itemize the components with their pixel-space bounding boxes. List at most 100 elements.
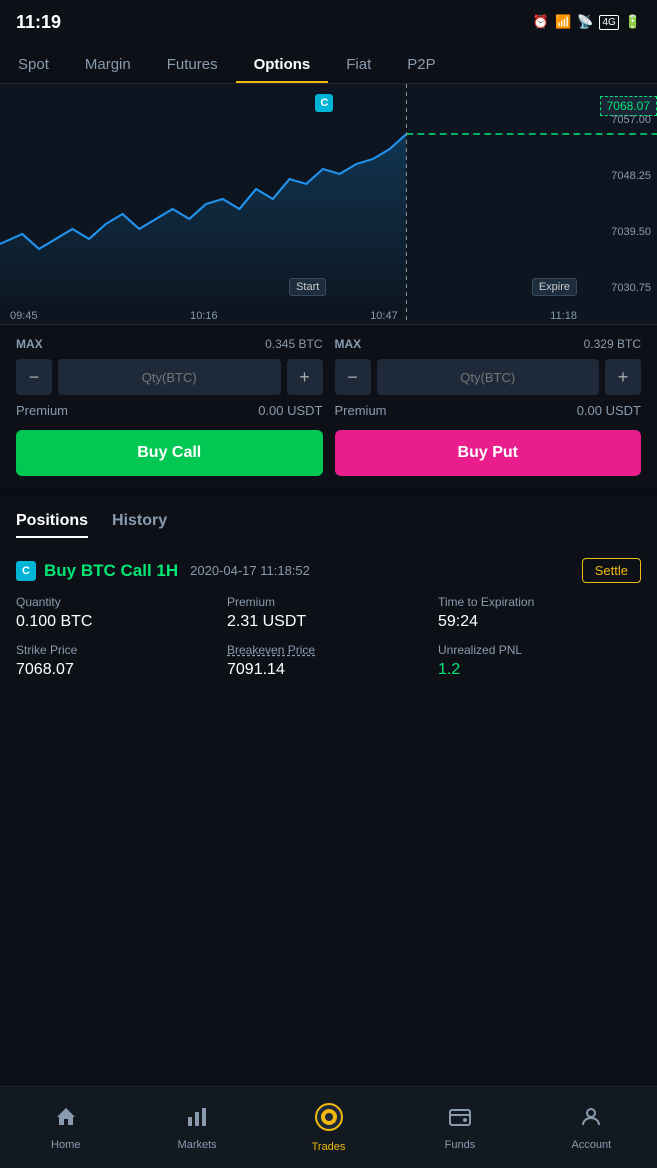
4g-icon: 4G [599,15,618,30]
nav-funds-label: Funds [445,1139,476,1151]
field-strike-price: Strike Price 7068.07 [16,643,219,679]
trades-icon [315,1103,343,1137]
position-card: C Buy BTC Call 1H 2020-04-17 11:18:52 Se… [16,546,641,691]
strike-price-value: 7068.07 [16,661,219,679]
call-qty-minus[interactable]: − [16,359,52,395]
position-header: C Buy BTC Call 1H 2020-04-17 11:18:52 Se… [16,558,641,583]
nav-account[interactable]: Account [526,1087,657,1168]
strike-price-label: Strike Price [16,643,219,657]
markets-icon [185,1105,209,1135]
call-qty-input[interactable] [58,359,281,395]
put-max-row: MAX 0.329 BTC [335,337,642,351]
status-time: 11:19 [16,12,61,33]
breakeven-price-label: Breakeven Price [227,643,430,657]
time-axis: 09:45 10:16 10:47 11:18 [0,308,587,324]
positions-section: Positions History C Buy BTC Call 1H 2020… [0,488,657,707]
time-expiration-label: Time to Expiration [438,595,641,609]
call-premium-label: Premium [16,403,68,418]
call-max-label: MAX [16,337,43,351]
start-label: Start [289,278,326,296]
premium-value: 2.31 USDT [227,613,430,631]
buy-call-col: MAX 0.345 BTC − + Premium 0.00 USDT Buy … [16,337,323,476]
breakeven-price-value: 7091.14 [227,661,430,679]
field-premium: Premium 2.31 USDT [227,595,430,631]
field-unrealized-pnl: Unrealized PNL 1.2 [438,643,641,679]
price-tick-3: 7039.50 [593,226,651,238]
call-premium-row: Premium 0.00 USDT [16,403,323,418]
call-qty-plus[interactable]: + [287,359,323,395]
quantity-label: Quantity [16,595,219,609]
unrealized-pnl-value: 1.2 [438,661,641,679]
bottom-nav: Home Markets Trades [0,1086,657,1168]
nav-markets[interactable]: Markets [131,1087,262,1168]
tab-futures[interactable]: Futures [149,48,236,83]
time-tick-1: 09:45 [10,310,38,322]
position-c-badge: C [16,561,36,581]
put-qty-input[interactable] [377,359,600,395]
put-qty-row: − + [335,359,642,395]
nav-tabs: Spot Margin Futures Options Fiat P2P [0,40,657,84]
call-max-row: MAX 0.345 BTC [16,337,323,351]
wifi-icon: 📶 [555,14,571,30]
nav-funds[interactable]: Funds [394,1087,525,1168]
tab-positions[interactable]: Positions [16,512,88,538]
put-max-label: MAX [335,337,362,351]
field-time-expiration: Time to Expiration 59:24 [438,595,641,631]
buy-call-button[interactable]: Buy Call [16,430,323,476]
time-tick-2: 10:16 [190,310,218,322]
home-icon [54,1105,78,1135]
nav-home[interactable]: Home [0,1087,131,1168]
buy-put-button[interactable]: Buy Put [335,430,642,476]
position-date: 2020-04-17 11:18:52 [190,563,310,578]
funds-icon [448,1105,472,1135]
price-tick-4: 7030.75 [593,282,651,294]
account-icon [579,1105,603,1135]
status-icons: ⏰ 📶 📡 4G 🔋 [533,14,641,30]
call-qty-row: − + [16,359,323,395]
call-premium-value: 0.00 USDT [258,403,322,418]
tab-spot[interactable]: Spot [0,48,67,83]
field-quantity: Quantity 0.100 BTC [16,595,219,631]
price-tick-1: 7057.00 [593,114,651,126]
position-title: Buy BTC Call 1H [44,561,178,581]
nav-home-label: Home [51,1139,80,1151]
quantity-value: 0.100 BTC [16,613,219,631]
tab-fiat[interactable]: Fiat [328,48,389,83]
signal-icon: 📡 [577,14,593,30]
expire-label: Expire [532,278,577,296]
time-tick-3: 10:47 [370,310,398,322]
put-qty-minus[interactable]: − [335,359,371,395]
positions-tabs: Positions History [16,512,641,538]
put-max-value: 0.329 BTC [584,337,641,351]
tab-history[interactable]: History [112,512,167,538]
put-premium-value: 0.00 USDT [577,403,641,418]
time-tick-4: 11:18 [550,310,577,322]
nav-markets-label: Markets [178,1139,217,1151]
chart-area: C 7068.07 7057.00 7048.25 7039.50 7030.7… [0,84,657,324]
nav-trades[interactable]: Trades [263,1087,394,1168]
trading-row: MAX 0.345 BTC − + Premium 0.00 USDT Buy … [16,337,641,476]
price-axis: 7057.00 7048.25 7039.50 7030.75 [587,84,657,324]
put-qty-plus[interactable]: + [605,359,641,395]
status-bar: 11:19 ⏰ 📶 📡 4G 🔋 [0,0,657,40]
put-premium-label: Premium [335,403,387,418]
time-expiration-value: 59:24 [438,613,641,631]
tab-options[interactable]: Options [236,48,329,83]
field-breakeven-price: Breakeven Price 7091.14 [227,643,430,679]
trading-section: MAX 0.345 BTC − + Premium 0.00 USDT Buy … [0,324,657,488]
settle-button[interactable]: Settle [582,558,641,583]
alarm-icon: ⏰ [533,14,549,30]
nav-trades-label: Trades [312,1141,346,1153]
buy-put-col: MAX 0.329 BTC − + Premium 0.00 USDT Buy … [335,337,642,476]
premium-label: Premium [227,595,430,609]
c-badge: C [315,94,333,112]
price-tick-2: 7048.25 [593,170,651,182]
position-grid: Quantity 0.100 BTC Premium 2.31 USDT Tim… [16,595,641,679]
nav-account-label: Account [571,1139,611,1151]
call-max-value: 0.345 BTC [265,337,322,351]
battery-icon: 🔋 [625,14,641,30]
tab-p2p[interactable]: P2P [389,48,453,83]
unrealized-pnl-label: Unrealized PNL [438,643,641,657]
tab-margin[interactable]: Margin [67,48,149,83]
put-premium-row: Premium 0.00 USDT [335,403,642,418]
